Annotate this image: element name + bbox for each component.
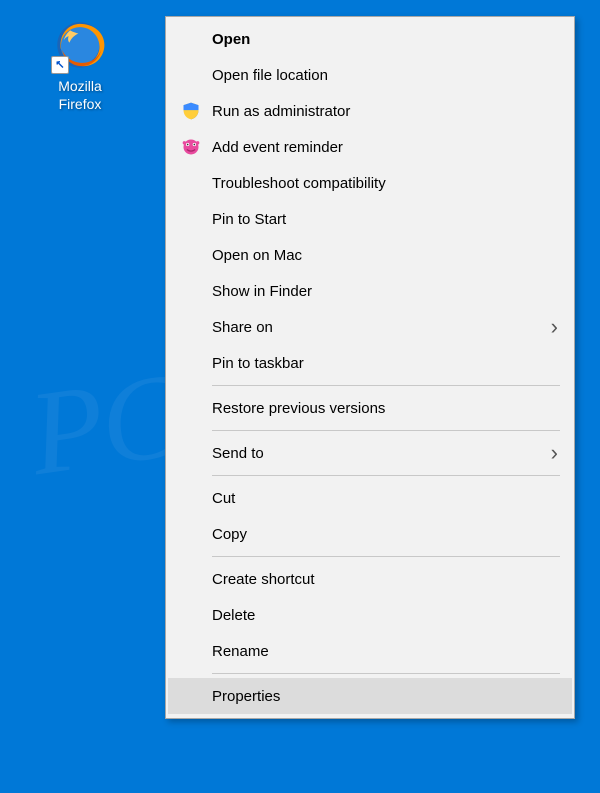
menu-item-label: Properties	[206, 688, 558, 705]
shield-icon	[176, 101, 206, 121]
firefox-icon	[51, 16, 109, 74]
menu-item-label: Open file location	[206, 67, 558, 84]
menu-item-label: Share on	[206, 319, 546, 336]
menu-item-open-on-mac[interactable]: Open on Mac	[168, 237, 572, 273]
desktop-shortcut-firefox[interactable]: Mozilla Firefox	[40, 16, 120, 113]
menu-item-show-in-finder[interactable]: Show in Finder	[168, 273, 572, 309]
menu-item-label: Troubleshoot compatibility	[206, 175, 558, 192]
menu-item-send-to[interactable]: Send to›	[168, 435, 572, 471]
menu-separator	[212, 385, 560, 386]
menu-item-label: Open on Mac	[206, 247, 558, 264]
menu-item-run-as-administrator[interactable]: Run as administrator	[168, 93, 572, 129]
menu-item-label: Restore previous versions	[206, 400, 558, 417]
menu-item-label: Send to	[206, 445, 546, 462]
menu-item-share-on[interactable]: Share on›	[168, 309, 572, 345]
chevron-right-icon: ›	[546, 440, 558, 466]
menu-item-pin-to-taskbar[interactable]: Pin to taskbar	[168, 345, 572, 381]
menu-item-restore-previous-versions[interactable]: Restore previous versions	[168, 390, 572, 426]
menu-item-add-event-reminder[interactable]: Add event reminder	[168, 129, 572, 165]
menu-item-label: Add event reminder	[206, 139, 558, 156]
context-menu: Open Open file location Run as administrat…	[165, 16, 575, 719]
menu-item-open[interactable]: Open	[168, 21, 572, 57]
menu-item-label: Cut	[206, 490, 558, 507]
menu-item-create-shortcut[interactable]: Create shortcut	[168, 561, 572, 597]
chevron-right-icon: ›	[546, 314, 558, 340]
menu-item-cut[interactable]: Cut	[168, 480, 572, 516]
reminder-icon	[176, 137, 206, 157]
menu-separator	[212, 673, 560, 674]
menu-item-rename[interactable]: Rename	[168, 633, 572, 669]
menu-item-copy[interactable]: Copy	[168, 516, 572, 552]
menu-item-label: Create shortcut	[206, 571, 558, 588]
menu-item-properties[interactable]: Properties	[168, 678, 572, 714]
menu-separator	[212, 430, 560, 431]
menu-item-label: Show in Finder	[206, 283, 558, 300]
menu-item-label: Rename	[206, 643, 558, 660]
menu-item-delete[interactable]: Delete	[168, 597, 572, 633]
menu-item-label: Delete	[206, 607, 558, 624]
menu-separator	[212, 475, 560, 476]
menu-item-label: Open	[206, 31, 558, 48]
menu-item-open-file-location[interactable]: Open file location	[168, 57, 572, 93]
menu-item-label: Pin to taskbar	[206, 355, 558, 372]
menu-item-label: Copy	[206, 526, 558, 543]
menu-item-pin-to-start[interactable]: Pin to Start	[168, 201, 572, 237]
desktop-shortcut-label: Mozilla Firefox	[40, 78, 120, 113]
menu-item-label: Pin to Start	[206, 211, 558, 228]
menu-item-label: Run as administrator	[206, 103, 558, 120]
shortcut-arrow-icon	[51, 56, 69, 74]
menu-item-troubleshoot-compatibility[interactable]: Troubleshoot compatibility	[168, 165, 572, 201]
menu-separator	[212, 556, 560, 557]
